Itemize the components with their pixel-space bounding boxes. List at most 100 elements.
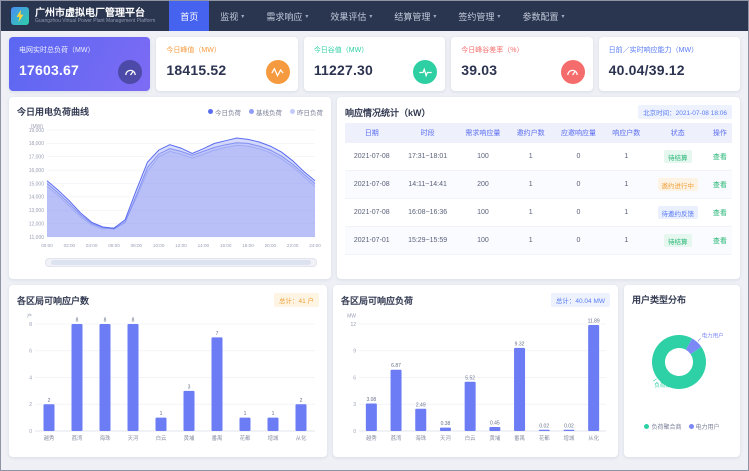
cell-accepted: 0	[552, 199, 605, 227]
nav-label: 监视	[220, 10, 238, 23]
status-badge: 待结算	[664, 150, 692, 163]
nav-item-monitor[interactable]: 监视▾	[209, 1, 255, 31]
legend-item-yesterday[interactable]: 昨日负荷	[290, 107, 323, 117]
cell-invited: 1	[509, 227, 552, 255]
cell-period: 14:11~14:41	[399, 171, 457, 199]
svg-text:花都: 花都	[240, 434, 251, 442]
legend-item-today[interactable]: 今日负荷	[208, 107, 241, 117]
table-row: 2021-07-08 16:08~16:36 100 1 0 1 待邀约反馈 查…	[345, 199, 732, 227]
legend-label: 电力用户	[696, 422, 720, 431]
nav-item-parameter-config[interactable]: 参数配置▾	[511, 1, 575, 31]
nav-item-effect-evaluation[interactable]: 效果评估▾	[319, 1, 383, 31]
table-row: 2021-07-01 15:29~15:59 100 1 0 1 待结算 查看	[345, 227, 732, 255]
middle-row: 今日用电负荷曲线 今日负荷 基线负荷 昨日负荷 (MW)11,00012,000…	[1, 93, 748, 279]
wave-icon	[266, 60, 290, 84]
chevron-down-icon: ▾	[305, 13, 308, 20]
stat-card-peak-valley-ratio: 今日峰谷差率（%） 39.03	[451, 37, 592, 91]
chevron-down-icon: ▾	[241, 13, 244, 20]
user-type-donut-chart: 电力用户负荷聚合商	[632, 310, 732, 414]
svg-text:6: 6	[29, 349, 32, 355]
svg-text:9.32: 9.32	[515, 341, 525, 347]
svg-text:黄埔: 黄埔	[489, 434, 500, 442]
svg-text:负荷聚合商: 负荷聚合商	[654, 381, 682, 389]
svg-text:2: 2	[300, 398, 303, 404]
stat-cards-row: 电网实时总负荷（MW） 17603.67 今日峰值（MW） 18415.52 今…	[1, 31, 748, 93]
district-load-chart: 036912MW3.08越秀6.87荔湾2.49海珠0.38天河5.52白云0.…	[341, 311, 610, 443]
panel-title: 各区局可响应户数	[17, 294, 89, 307]
svg-text:3: 3	[188, 384, 191, 390]
svg-text:增城: 增城	[564, 434, 575, 442]
cell-responded: 1	[605, 143, 648, 171]
table-header-row: 日期 时段 需求响应量 邀约户数 应邀响应量 响应户数 状态 操作	[345, 123, 732, 143]
svg-text:番禺: 番禺	[514, 435, 525, 442]
svg-text:9: 9	[353, 349, 356, 355]
col-action: 操作	[708, 123, 732, 143]
main-nav: 首页 监视▾ 需求响应▾ 效果评估▾ 结算管理▾ 签约管理▾ 参数配置▾	[169, 1, 575, 31]
svg-text:户: 户	[27, 313, 32, 320]
svg-text:白云: 白云	[465, 434, 476, 442]
nav-item-contract[interactable]: 签约管理▾	[447, 1, 511, 31]
svg-text:3: 3	[353, 402, 356, 408]
svg-text:从化: 从化	[296, 434, 307, 442]
svg-text:19,000: 19,000	[29, 128, 45, 134]
chart-zoom-slider[interactable]	[45, 258, 317, 267]
cell-invited: 1	[509, 171, 552, 199]
view-link[interactable]: 查看	[713, 238, 727, 245]
stat-value: 40.04/39.12	[609, 62, 730, 78]
col-demand: 需求响应量	[457, 123, 510, 143]
svg-text:8: 8	[104, 318, 107, 324]
stat-card-response-capacity: 日前／实时响应能力（MW） 40.04/39.12	[599, 37, 740, 91]
bottom-row: 各区局可响应户数 总计：41 户 02468户2越秀8荔湾8海珠8天河1白云3黄…	[1, 279, 748, 465]
brand-text: 广州市虚拟电厂管理平台 Guangzhou Virtual Power Plan…	[35, 8, 155, 25]
cell-accepted: 0	[552, 143, 605, 171]
svg-text:海珠: 海珠	[100, 434, 111, 442]
nav-item-settlement[interactable]: 结算管理▾	[383, 1, 447, 31]
view-link[interactable]: 查看	[713, 210, 727, 217]
legend-item-power-user[interactable]: 电力用户	[689, 422, 720, 431]
svg-text:10:00: 10:00	[153, 243, 165, 248]
legend-dot	[689, 424, 694, 429]
cell-date: 2021-07-08	[345, 171, 399, 199]
cell-date: 2021-07-01	[345, 227, 399, 255]
svg-text:2.49: 2.49	[416, 402, 426, 408]
cell-invited: 1	[509, 199, 552, 227]
stat-label: 今日峰谷差率（%）	[461, 45, 582, 55]
svg-text:天河: 天河	[128, 434, 139, 442]
cell-date: 2021-07-08	[345, 199, 399, 227]
beijing-time-badge: 北京时间：2021-07-08 18:06	[638, 105, 732, 119]
zoom-slider-handle[interactable]	[51, 260, 310, 265]
svg-text:从化: 从化	[588, 434, 599, 442]
col-status: 状态	[648, 123, 708, 143]
status-badge: 待邀约反馈	[658, 206, 699, 219]
svg-text:0: 0	[29, 429, 32, 435]
response-stats-panel: 响应情况统计（kW） 北京时间：2021-07-08 18:06 日期 时段 需…	[337, 97, 740, 279]
svg-text:7: 7	[216, 331, 219, 337]
svg-text:0: 0	[353, 429, 356, 435]
nav-label: 结算管理	[394, 10, 430, 23]
load-curve-panel: 今日用电负荷曲线 今日负荷 基线负荷 昨日负荷 (MW)11,00012,000…	[9, 97, 331, 279]
app-logo-icon	[11, 7, 29, 25]
svg-text:11,000: 11,000	[29, 235, 44, 241]
view-link[interactable]: 查看	[713, 182, 727, 189]
svg-text:越秀: 越秀	[366, 434, 377, 442]
nav-item-demand-response[interactable]: 需求响应▾	[255, 1, 319, 31]
legend-item-baseline[interactable]: 基线负荷	[249, 107, 282, 117]
svg-text:8: 8	[132, 318, 135, 324]
stat-card-today-peak: 今日峰值（MW） 18415.52	[156, 37, 297, 91]
svg-text:11.89: 11.89	[588, 318, 600, 324]
speedometer-icon	[561, 60, 585, 84]
chevron-down-icon: ▾	[369, 13, 372, 20]
legend-item-aggregator[interactable]: 负荷聚合商	[644, 422, 681, 431]
svg-text:番禺: 番禺	[212, 435, 223, 442]
svg-text:2: 2	[29, 402, 32, 408]
nav-label: 参数配置	[522, 10, 558, 23]
view-link[interactable]: 查看	[713, 154, 727, 161]
svg-text:MW: MW	[347, 314, 356, 320]
svg-text:5.52: 5.52	[465, 375, 475, 381]
nav-item-home[interactable]: 首页	[169, 1, 209, 31]
col-accepted: 应邀响应量	[552, 123, 605, 143]
top-nav-bar: 广州市虚拟电厂管理平台 Guangzhou Virtual Power Plan…	[1, 1, 748, 31]
nav-label: 需求响应	[266, 10, 302, 23]
cell-demand: 100	[457, 143, 510, 171]
svg-text:12:00: 12:00	[175, 243, 187, 248]
